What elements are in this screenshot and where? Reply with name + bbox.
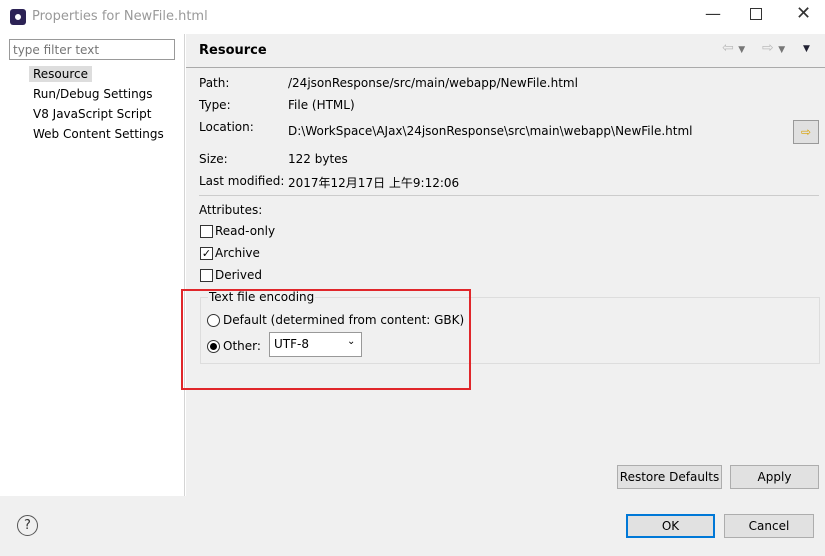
type-value: File (HTML) [288, 98, 355, 112]
sidebar-item-run-debug[interactable]: Run/Debug Settings [33, 87, 153, 101]
readonly-checkbox[interactable] [200, 225, 213, 238]
title-bar: Properties for NewFile.html — ✕ [0, 0, 825, 34]
apply-button[interactable]: Apply [730, 465, 819, 489]
restore-defaults-button[interactable]: Restore Defaults [617, 465, 722, 489]
size-value: 122 bytes [288, 152, 348, 166]
show-in-explorer-button[interactable]: ⇨ [793, 120, 819, 144]
close-button[interactable]: ✕ [796, 3, 811, 24]
help-icon[interactable]: ? [17, 515, 38, 536]
attributes-label: Attributes: [199, 203, 263, 217]
page-title: Resource [199, 43, 267, 58]
back-icon[interactable]: ⇦ ▼ [722, 40, 745, 56]
sidebar-item-web-content[interactable]: Web Content Settings [33, 127, 164, 141]
location-label: Location: [199, 120, 254, 134]
highlight-box [181, 289, 471, 390]
derived-checkbox[interactable] [200, 269, 213, 282]
filter-input[interactable] [9, 39, 175, 60]
maximize-button[interactable] [750, 8, 762, 20]
view-menu-icon[interactable]: ▼ [803, 44, 810, 54]
eclipse-icon [10, 9, 26, 25]
modified-value: 2017年12月17日 上午9:12:06 [288, 176, 460, 190]
type-label: Type: [199, 98, 231, 112]
path-value: /24jsonResponse/src/main/webapp/NewFile.… [288, 76, 578, 90]
properties-page: Resource ⇦ ▼ ⇨ ▼ ▼ Path: /24jsonResponse… [181, 34, 825, 496]
readonly-label: Read-only [215, 224, 276, 238]
size-label: Size: [199, 152, 228, 166]
archive-checkbox[interactable]: ✓ [200, 247, 213, 260]
ok-button[interactable]: OK [626, 514, 715, 538]
sidebar-item-v8[interactable]: V8 JavaScript Script [33, 107, 151, 121]
archive-label: Archive [215, 246, 260, 260]
modified-label: Last modified: [199, 174, 285, 188]
derived-label: Derived [215, 268, 262, 282]
window-title: Properties for NewFile.html [32, 9, 208, 24]
path-label: Path: [199, 76, 230, 90]
footer: ? OK Cancel [0, 496, 825, 556]
location-value: D:\WorkSpace\AJax\24jsonResponse\src\mai… [288, 124, 693, 138]
minimize-button[interactable]: — [705, 4, 721, 23]
sidebar-item-resource[interactable]: Resource [29, 66, 93, 82]
sidebar: Resource Run/Debug Settings V8 JavaScrip… [0, 34, 185, 496]
cancel-button[interactable]: Cancel [724, 514, 814, 538]
forward-icon[interactable]: ⇨ ▼ [762, 40, 785, 56]
divider [186, 67, 825, 68]
divider [199, 195, 819, 196]
